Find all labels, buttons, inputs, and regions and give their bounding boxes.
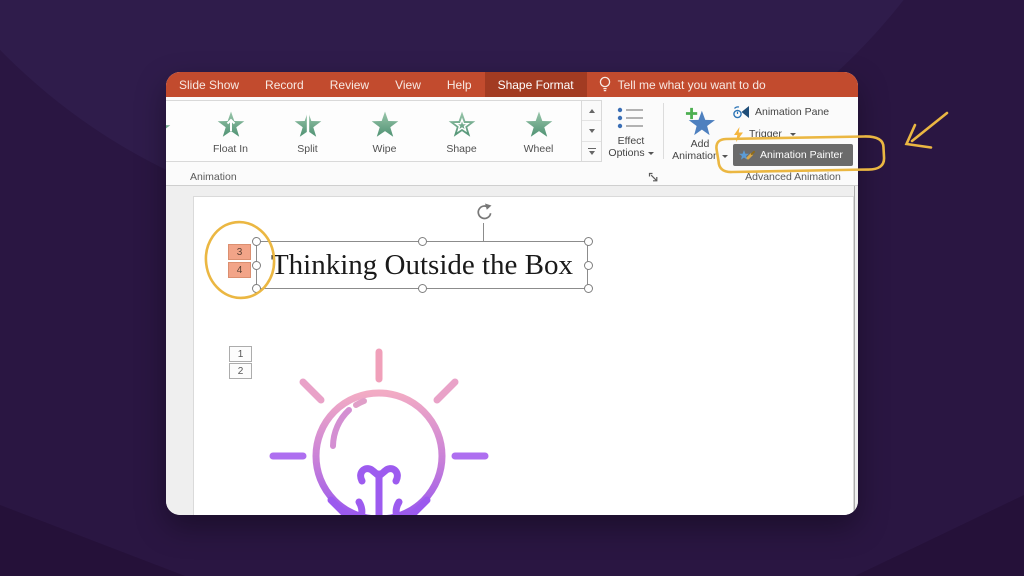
effect-options-button[interactable]: Effect Options	[603, 100, 659, 162]
animation-painter-label: Animation Painter	[760, 149, 843, 161]
tab-slide-show[interactable]: Slide Show	[166, 72, 252, 97]
animation-wheel[interactable]: Wheel	[500, 101, 577, 161]
gallery-scroll-up-button[interactable]	[582, 101, 601, 122]
more-bar-icon	[587, 147, 596, 150]
animation-number-tag[interactable]: 4	[228, 262, 251, 278]
animation-painter-button[interactable]: Animation Painter	[733, 144, 853, 166]
tell-me-label: Tell me what you want to do	[617, 77, 766, 92]
gallery-item-label: Float In	[212, 143, 249, 155]
float-in-star-icon	[217, 111, 244, 137]
gallery-more-button[interactable]	[582, 141, 601, 161]
gallery-item-label: Split	[297, 143, 318, 155]
ribbon-tab-bar: Slide Show Record Review View Help Shape…	[166, 72, 858, 97]
animation-number-tag[interactable]: 3	[228, 244, 251, 260]
effect-options-label-2: Options	[608, 147, 645, 159]
wipe-star-icon	[371, 111, 398, 137]
ribbon-group-row: Animation Advanced Animation	[166, 170, 858, 186]
tab-record[interactable]: Record	[252, 72, 317, 97]
split-star-icon	[294, 111, 321, 138]
animation-wipe[interactable]: Wipe	[346, 101, 423, 161]
gallery-scroll-down-button[interactable]	[582, 121, 601, 142]
effect-options-label-1: Effect	[617, 135, 645, 147]
effect-options-icon	[617, 107, 643, 129]
gallery-item-label: Wipe	[372, 143, 397, 155]
gallery-item-label: Wheel	[523, 143, 554, 155]
gallery-scrollbar	[581, 101, 601, 161]
resize-handle-tl[interactable]	[252, 237, 261, 246]
resize-handle-mr[interactable]	[584, 261, 593, 270]
add-animation-icon	[685, 107, 715, 136]
editing-canvas: Thinking Outside the Box 3 4 1 2	[166, 186, 858, 515]
vertical-scrollbar[interactable]	[854, 186, 855, 515]
tab-help[interactable]: Help	[434, 72, 485, 97]
animation-styles-gallery: Float In Split Wipe Shape Wheel	[166, 100, 602, 162]
rotate-handle-icon[interactable]	[474, 203, 493, 222]
tab-review[interactable]: Review	[317, 72, 382, 97]
lightbulb-icon	[599, 76, 610, 92]
resize-handle-br[interactable]	[584, 284, 593, 293]
wheel-star-icon	[525, 111, 552, 137]
animation-painter-icon	[739, 150, 755, 160]
triangle-down-icon	[588, 128, 595, 133]
trigger-label: Trigger	[749, 128, 782, 140]
add-animation-label-2: Animation	[672, 150, 719, 162]
animation-pane-button[interactable]: Animation Pane	[733, 103, 829, 121]
triangle-up-icon	[588, 108, 595, 113]
animation-float-in[interactable]: Float In	[192, 101, 269, 161]
animation-number-tag[interactable]: 1	[229, 346, 252, 362]
shape-star-icon	[448, 111, 475, 137]
slide-title-text: Thinking Outside the Box	[270, 248, 574, 281]
advanced-animation-group-label: Advanced Animation	[745, 171, 841, 183]
resize-handle-bm[interactable]	[418, 284, 427, 293]
group-separator	[663, 103, 664, 159]
animation-pane-label: Animation Pane	[755, 106, 830, 118]
powerpoint-window: Slide Show Record Review View Help Shape…	[166, 72, 858, 515]
trigger-lightning-icon	[734, 126, 743, 142]
tab-shape-format[interactable]: Shape Format	[484, 72, 587, 97]
animation-group-label: Animation	[190, 171, 237, 183]
chevron-down-icon	[789, 132, 796, 136]
gallery-items: Float In Split Wipe Shape Wheel	[192, 101, 577, 161]
tab-view[interactable]: View	[382, 72, 434, 97]
animation-split[interactable]: Split	[269, 101, 346, 161]
add-animation-label-1: Add	[690, 138, 710, 150]
rotation-stem	[483, 223, 484, 242]
ribbon: Float In Split Wipe Shape Wheel Effect O…	[166, 97, 858, 170]
gallery-item-label: Shape	[446, 143, 477, 155]
trigger-button[interactable]: Trigger	[733, 125, 796, 143]
add-animation-button[interactable]: Add Animation	[669, 100, 731, 162]
dialog-launcher-icon[interactable]	[648, 172, 659, 183]
animation-number-tag[interactable]: 2	[229, 363, 252, 379]
lightbulb-illustration	[269, 348, 489, 515]
animation-pane-icon	[733, 106, 749, 119]
chevron-down-icon	[647, 151, 654, 155]
resize-handle-tm[interactable]	[418, 237, 427, 246]
triangle-down-icon	[588, 150, 595, 155]
chevron-down-icon	[721, 154, 728, 158]
animation-shape[interactable]: Shape	[423, 101, 500, 161]
resize-handle-ml[interactable]	[252, 261, 261, 270]
resize-handle-bl[interactable]	[252, 284, 261, 293]
slide-canvas[interactable]: Thinking Outside the Box 3 4 1 2	[193, 196, 854, 515]
tell-me-search[interactable]: Tell me what you want to do	[587, 72, 778, 97]
clipped-star-icon	[166, 125, 171, 129]
resize-handle-tr[interactable]	[584, 237, 593, 246]
title-textbox[interactable]: Thinking Outside the Box	[252, 237, 593, 293]
